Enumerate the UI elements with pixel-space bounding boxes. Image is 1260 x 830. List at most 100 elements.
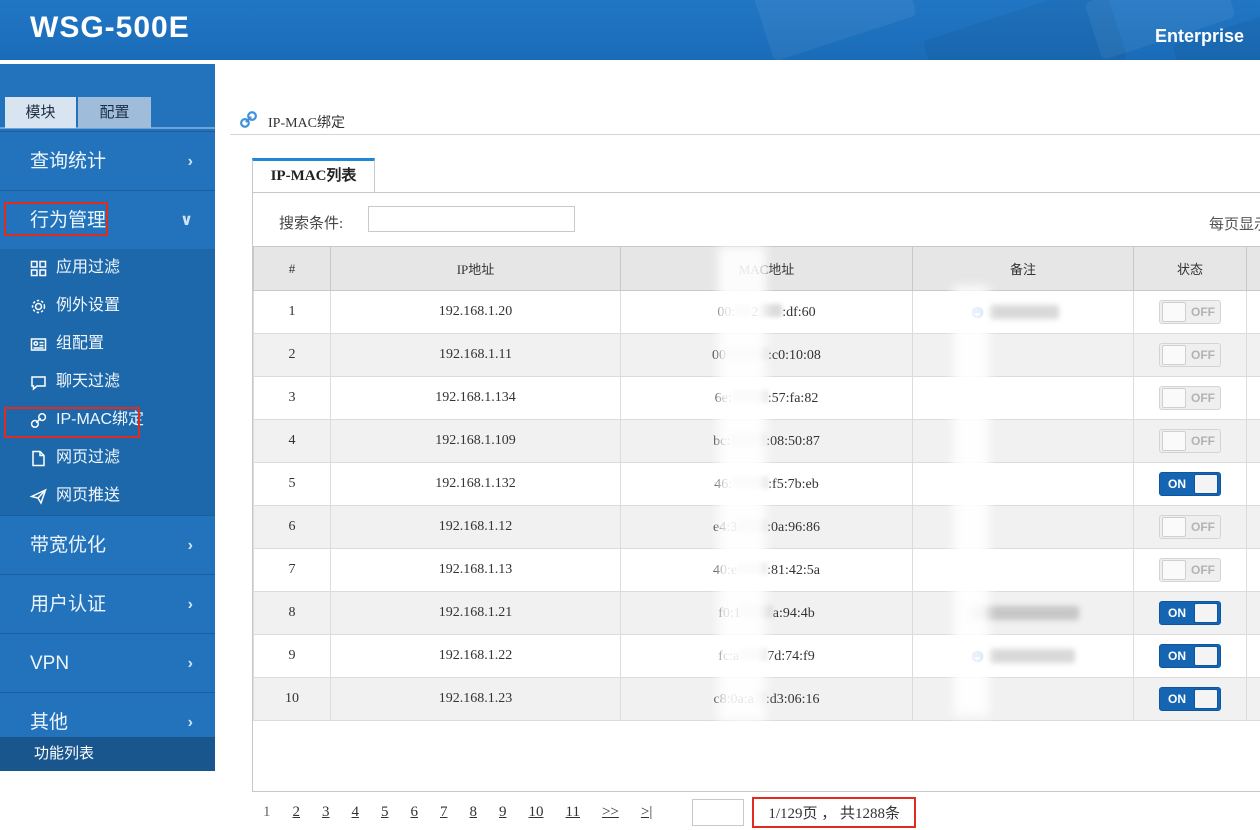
page-link-4[interactable]: 4 <box>352 804 360 821</box>
cell-mac: e4:3:0a:96:86 <box>621 506 913 549</box>
page-last[interactable]: >| <box>641 804 652 821</box>
link-icon <box>30 412 47 429</box>
tab-ipmac-list[interactable]: IP-MAC列表 <box>252 158 375 193</box>
page-icon <box>30 450 47 467</box>
sidebar-item-IP-MAC绑定[interactable]: IP-MAC绑定 <box>0 401 215 439</box>
table-row: 8192.168.1.21f0:1a:94:4bON <box>254 592 1260 635</box>
chevron-right-icon: › <box>188 132 193 191</box>
cell-cut <box>1247 678 1260 721</box>
sidebar-item-聊天过滤[interactable]: 聊天过滤 <box>0 363 215 401</box>
page-link-7[interactable]: 7 <box>440 804 448 821</box>
remark-censored <box>913 649 1133 663</box>
toggle-knob <box>1162 517 1186 537</box>
toggle-knob <box>1194 689 1218 709</box>
sidebar-item-应用过滤[interactable]: 应用过滤 <box>0 249 215 287</box>
cell-cut <box>1247 334 1260 377</box>
search-input[interactable] <box>368 206 575 232</box>
cell-mac: bc::08:50:87 <box>621 420 913 463</box>
ipmac-table-wrap: #IP地址MAC地址备注状态 1192.168.1.2000:2:df:60OF… <box>253 246 1260 721</box>
cell-remark <box>913 635 1134 678</box>
cell-cut <box>1247 291 1260 334</box>
column-header-cut <box>1247 247 1260 291</box>
page-link-3[interactable]: 3 <box>322 804 330 821</box>
page-jump-input[interactable] <box>692 799 744 826</box>
mac-text: 46: <box>714 477 732 492</box>
page-link-9[interactable]: 9 <box>499 804 507 821</box>
censored-block <box>730 433 766 446</box>
sub-item-label: 组配置 <box>56 325 104 363</box>
toggle-knob <box>1194 603 1218 623</box>
table-row: 2192.168.1.1100:c0:10:08OFF <box>254 334 1260 377</box>
group-label: 带宽优化 <box>30 535 106 556</box>
app-header: WSG-500E Enterprise <box>0 0 1260 60</box>
toggle-label: ON <box>1160 606 1194 620</box>
toggle-off[interactable]: OFF <box>1159 515 1221 539</box>
page-link-10[interactable]: 10 <box>529 804 544 821</box>
cell-mac: 00:c0:10:08 <box>621 334 913 377</box>
cell-ip: 192.168.1.20 <box>331 291 621 334</box>
toggle-off[interactable]: OFF <box>1159 386 1221 410</box>
mac-text: 00 <box>712 348 726 363</box>
mac-text: :f5:7b:eb <box>768 477 819 492</box>
sidebar-group-用户认证[interactable]: 用户认证› <box>0 574 215 633</box>
table-row: 5192.168.1.13246::f5:7b:ebON <box>254 463 1260 506</box>
sub-item-label: 聊天过滤 <box>56 363 120 401</box>
cell-status: ON <box>1134 592 1247 635</box>
cell-mac: f0:1a:94:4b <box>621 592 913 635</box>
link-icon <box>240 111 257 128</box>
table-row: 7192.168.1.1340:e:81:42:5aOFF <box>254 549 1260 592</box>
sub-item-label: 网页过滤 <box>56 439 120 477</box>
page-link-2[interactable]: 2 <box>293 804 301 821</box>
sidebar-item-组配置[interactable]: 组配置 <box>0 325 215 363</box>
tab-config[interactable]: 配置 <box>78 97 151 128</box>
toggle-on[interactable]: ON <box>1159 644 1221 668</box>
toggle-label: OFF <box>1186 563 1220 577</box>
tab-modules[interactable]: 模块 <box>5 97 76 128</box>
remark-censored <box>913 305 1133 319</box>
page-next-set[interactable]: >> <box>602 804 619 821</box>
cell-remark <box>913 334 1134 377</box>
group-label: 其他 <box>30 712 68 733</box>
cell-ip: 192.168.1.23 <box>331 678 621 721</box>
remark-censored <box>913 606 1133 620</box>
table-row: 4192.168.1.109bc::08:50:87OFF <box>254 420 1260 463</box>
cell-ip: 192.168.1.11 <box>331 334 621 377</box>
toggle-knob <box>1194 646 1218 666</box>
sidebar-item-网页推送[interactable]: 网页推送 <box>0 477 215 515</box>
sidebar-group-带宽优化[interactable]: 带宽优化› <box>0 515 215 574</box>
cell-ip: 192.168.1.132 <box>331 463 621 506</box>
cell-status: ON <box>1134 463 1247 506</box>
page-link-11[interactable]: 11 <box>566 804 580 821</box>
cell-remark <box>913 377 1134 420</box>
cell-status: OFF <box>1134 420 1247 463</box>
page-link-8[interactable]: 8 <box>470 804 478 821</box>
toggle-on[interactable]: ON <box>1159 687 1221 711</box>
sidebar-item-网页过滤[interactable]: 网页过滤 <box>0 439 215 477</box>
toggle-off[interactable]: OFF <box>1159 300 1221 324</box>
sidebar-footer-function-list[interactable]: 功能列表 <box>0 737 215 771</box>
mac-text: :d3:06:16 <box>766 692 820 707</box>
sidebar-group-行为管理[interactable]: 行为管理 ∨ <box>0 190 215 249</box>
cell-ip: 192.168.1.109 <box>331 420 621 463</box>
page-link-6[interactable]: 6 <box>411 804 419 821</box>
page-link-5[interactable]: 5 <box>381 804 389 821</box>
group-label: 用户认证 <box>30 594 106 615</box>
toggle-on[interactable]: ON <box>1159 601 1221 625</box>
sidebar-group-查询统计[interactable]: 查询统计› <box>0 131 215 190</box>
page-links: 2 3 4 5 6 7 8 9 10 11 <box>293 804 602 821</box>
toggle-off[interactable]: OFF <box>1159 558 1221 582</box>
breadcrumb-label: IP-MAC绑定 <box>268 112 345 132</box>
chevron-down-icon: ∨ <box>180 191 193 250</box>
group-label: 行为管理 <box>30 210 106 231</box>
toggle-label: ON <box>1160 692 1194 706</box>
cell-cut <box>1247 463 1260 506</box>
mac-text: bc: <box>713 434 730 449</box>
toggle-off[interactable]: OFF <box>1159 343 1221 367</box>
sidebar-group-VPN[interactable]: VPN› <box>0 633 215 692</box>
table-row: 3192.168.1.1346e::57:fa:82OFF <box>254 377 1260 420</box>
sidebar-submenu: 应用过滤例外设置组配置聊天过滤IP-MAC绑定网页过滤网页推送 <box>0 249 215 515</box>
toggle-off[interactable]: OFF <box>1159 429 1221 453</box>
user-app-icon <box>971 650 984 663</box>
toggle-on[interactable]: ON <box>1159 472 1221 496</box>
sidebar-item-例外设置[interactable]: 例外设置 <box>0 287 215 325</box>
